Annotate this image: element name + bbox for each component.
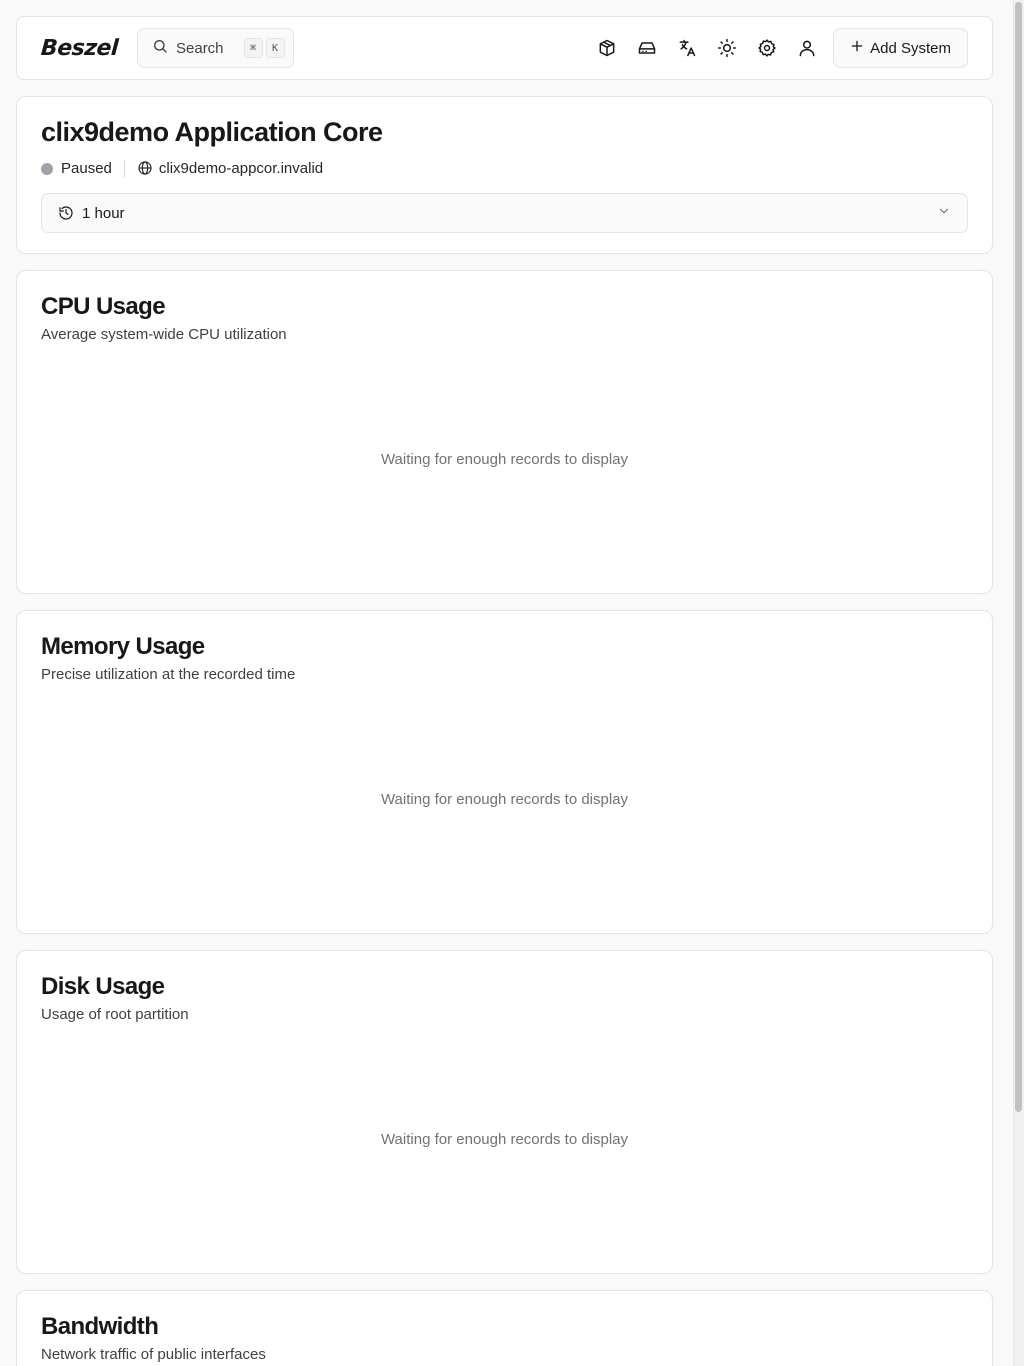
- chart-title: Disk Usage: [41, 973, 165, 1000]
- settings-gear-icon[interactable]: [749, 30, 785, 66]
- cpu-usage-card: CPU Usage Average system-wide CPU utiliz…: [16, 270, 993, 594]
- chart-title: CPU Usage: [41, 293, 166, 320]
- page-scrollbar[interactable]: [1013, 0, 1024, 1366]
- history-clock-icon: [58, 205, 82, 222]
- time-range-select[interactable]: 1 hour: [41, 193, 968, 234]
- page: Beszel Search ⌘ K Add System clix9demo A…: [0, 0, 1024, 1366]
- search-icon: [152, 38, 168, 58]
- nav-icon-group: [589, 30, 825, 66]
- system-host: clix9demo-appcor.invalid: [158, 160, 324, 178]
- meta-divider: [123, 160, 125, 178]
- time-range-value: 1 hour: [82, 204, 125, 222]
- navbar: Beszel Search ⌘ K Add System: [16, 16, 993, 80]
- globe-icon: [137, 160, 159, 177]
- chart-empty-message: Waiting for enough records to display: [380, 1131, 629, 1148]
- search-button[interactable]: Search ⌘ K: [137, 28, 294, 68]
- chart-description: Network traffic of public interfaces: [41, 1345, 266, 1363]
- add-system-label: Add System: [870, 39, 951, 57]
- chart-description: Average system-wide CPU utilization: [41, 325, 287, 343]
- translate-icon[interactable]: [669, 30, 705, 66]
- beszel-logo[interactable]: Beszel: [40, 36, 138, 61]
- memory-usage-card: Memory Usage Precise utilization at the …: [16, 610, 993, 934]
- status-dot-icon: [41, 162, 53, 175]
- add-system-button[interactable]: Add System: [833, 28, 968, 68]
- system-title: clix9demo Application Core: [41, 117, 383, 147]
- bandwidth-card: Bandwidth Network traffic of public inte…: [16, 1290, 993, 1366]
- chart-description: Precise utilization at the recorded time: [41, 665, 296, 683]
- chart-empty-message: Waiting for enough records to display: [380, 451, 629, 468]
- user-icon[interactable]: [789, 30, 825, 66]
- system-meta: Paused clix9demo-appcor.invalid: [41, 160, 968, 178]
- chart-title: Memory Usage: [41, 633, 205, 660]
- search-label: Search: [176, 39, 224, 57]
- chart-title: Bandwidth: [41, 1313, 159, 1340]
- kbd-k: K: [265, 38, 285, 58]
- plus-icon: [850, 39, 864, 57]
- theme-sun-icon[interactable]: [709, 30, 745, 66]
- chevron-down-icon: [937, 204, 951, 222]
- containers-icon[interactable]: [589, 30, 625, 66]
- chart-description: Usage of root partition: [41, 1005, 189, 1023]
- system-info-card: clix9demo Application Core Paused clix9d…: [16, 96, 993, 254]
- scrollbar-thumb[interactable]: [1015, 2, 1022, 1112]
- search-shortcut: ⌘ K: [243, 38, 285, 58]
- drive-icon[interactable]: [629, 30, 665, 66]
- status-text: Paused: [61, 160, 112, 178]
- chart-empty-message: Waiting for enough records to display: [380, 791, 629, 808]
- kbd-command: ⌘: [243, 38, 263, 58]
- disk-usage-card: Disk Usage Usage of root partition Waiti…: [16, 950, 993, 1274]
